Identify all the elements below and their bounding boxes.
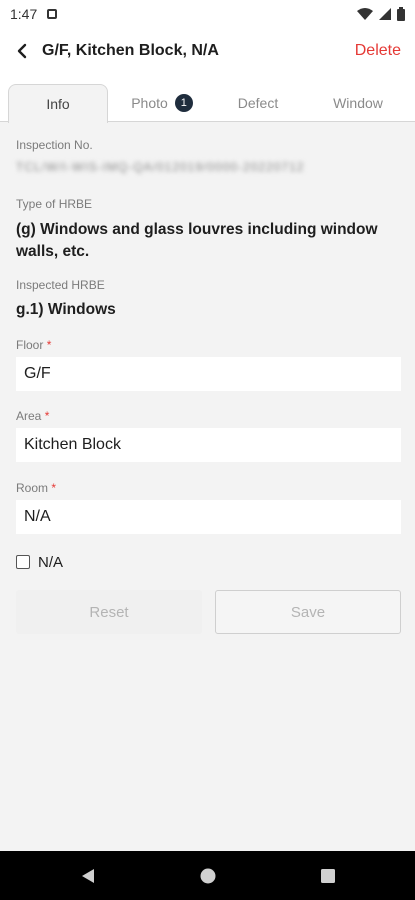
page-title: G/F, Kitchen Block, N/A (42, 42, 219, 59)
area-label: Area * (16, 409, 49, 423)
status-time: 1:47 (10, 6, 38, 22)
na-checkbox[interactable] (16, 555, 30, 569)
status-icons (357, 7, 405, 21)
tab-window[interactable]: Window (310, 84, 406, 122)
floor-label-text: Floor (16, 338, 44, 352)
inspection-no-label: Inspection No. (16, 138, 93, 152)
na-checkbox-label: N/A (38, 553, 64, 571)
signal-icon (379, 8, 391, 20)
tab-photo[interactable]: Photo 1 (112, 84, 212, 122)
status-bar: 1:47 (0, 0, 415, 28)
required-mark: * (44, 409, 50, 423)
tab-defect[interactable]: Defect (210, 84, 306, 122)
tab-defect-label: Defect (237, 95, 279, 111)
chevron-left-icon (17, 43, 27, 59)
tab-window-label: Window (333, 95, 383, 111)
back-icon (81, 868, 94, 883)
tab-bar: Info Photo 1 Defect Window (0, 74, 415, 123)
home-icon (200, 868, 215, 883)
save-button[interactable]: Save (215, 590, 401, 634)
notification-icon (47, 9, 58, 19)
room-field[interactable]: N/A (16, 500, 401, 534)
na-checkbox-row[interactable]: N/A (16, 552, 63, 572)
back-button[interactable] (2, 28, 42, 74)
inspection-no-value: TCL/W/I-WIS-IMQ-QA/012019/0000-20220712 (16, 160, 305, 174)
floor-field[interactable]: G/F (16, 357, 401, 391)
nav-recents-button[interactable] (268, 851, 388, 900)
tab-info[interactable]: Info (8, 84, 108, 123)
required-mark: * (51, 481, 57, 495)
tab-photo-label: Photo (131, 95, 168, 111)
area-field[interactable]: Kitchen Block (16, 428, 401, 462)
delete-button[interactable]: Delete (355, 42, 401, 60)
tab-info-label: Info (46, 96, 70, 112)
required-mark: * (46, 338, 52, 352)
app-bar: G/F, Kitchen Block, N/A Delete (0, 28, 415, 74)
room-label: Room * (16, 481, 56, 495)
nav-home-button[interactable] (148, 851, 268, 900)
floor-label: Floor * (16, 338, 51, 352)
recents-icon (320, 868, 335, 883)
room-label-text: Room (16, 481, 49, 495)
nav-back-button[interactable] (28, 851, 148, 900)
photo-count-badge: 1 (174, 94, 193, 112)
type-hrbe-value: (g) Windows and glass louvres including … (16, 221, 378, 260)
type-hrbe-label: Type of HRBE (16, 197, 93, 211)
inspected-hrbe-label: Inspected HRBE (16, 278, 105, 292)
inspected-hrbe-value: g.1) Windows (16, 301, 116, 318)
reset-button[interactable]: Reset (16, 590, 202, 634)
battery-icon (397, 7, 405, 21)
system-nav-bar (0, 851, 415, 900)
wifi-icon (357, 8, 373, 20)
area-label-text: Area (16, 409, 42, 423)
